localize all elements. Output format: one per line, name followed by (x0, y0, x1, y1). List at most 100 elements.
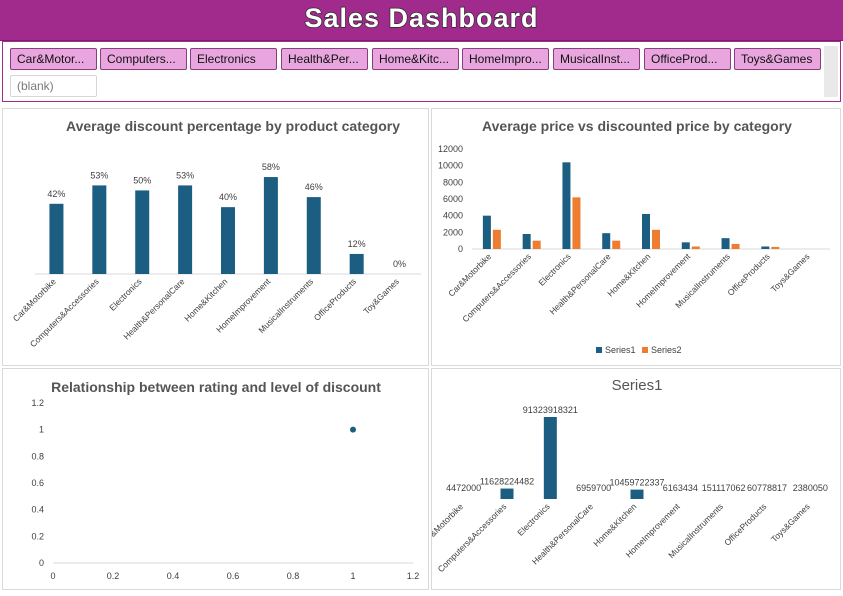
data-label: 53% (176, 170, 194, 180)
legend-swatch (642, 347, 648, 353)
data-label: 6959700 (576, 483, 611, 493)
bar (49, 203, 64, 274)
x-tick-label: Car&Motorbike (11, 276, 58, 323)
y-tick-label: 1.2 (31, 398, 44, 408)
data-label: 4472000 (446, 483, 481, 493)
data-label: 53% (90, 170, 108, 180)
data-label: 0% (393, 259, 406, 269)
data-label: 2380050 (793, 483, 828, 493)
y-tick-label: 0 (458, 244, 463, 254)
legend-label: Series2 (651, 345, 682, 355)
rating-discount-panel: Relationship between rating and level of… (2, 368, 429, 590)
bar (92, 185, 107, 274)
legend-label: Series1 (605, 345, 636, 355)
slicer-item-computers[interactable]: Computers... (100, 48, 187, 70)
slicer-item-electronics[interactable]: Electronics (190, 48, 277, 70)
bar (652, 229, 660, 249)
chart-title: Average discount percentage by product c… (66, 118, 400, 134)
price-comparison-chart: Average price vs discounted price by cat… (438, 118, 830, 355)
bar (532, 240, 541, 249)
y-tick-label: 0.2 (31, 531, 44, 541)
data-label: 42% (47, 189, 65, 199)
bar (562, 162, 571, 249)
x-tick-label: Electronics (515, 501, 551, 537)
price-comparison-panel: Average price vs discounted price by cat… (431, 108, 841, 366)
y-tick-label: 0 (39, 558, 44, 568)
slicer-item-musical-instruments[interactable]: MusicalInst... (553, 48, 640, 70)
chart-title: Average price vs discounted price by cat… (482, 118, 792, 134)
y-tick-label: 4000 (443, 211, 463, 221)
slicer-item-blank[interactable]: (blank) (10, 75, 97, 97)
data-label: 91323918321 (523, 405, 578, 415)
discount-percentage-chart: Average discount percentage by product c… (11, 118, 421, 349)
slicer-item-car-motorbike[interactable]: Car&Motor... (10, 48, 97, 70)
bar (500, 488, 514, 499)
bar (178, 185, 193, 274)
x-tick-label: OfficeProducts (722, 501, 768, 547)
x-tick-label: Electronics (107, 276, 143, 312)
bar (612, 240, 621, 249)
x-tick-label: OfficeProducts (725, 251, 771, 297)
x-tick-label: Home&Kitchen (591, 501, 638, 548)
slicer-item-home-improvement[interactable]: HomeImpro... (462, 48, 549, 70)
x-tick-label: Toys&Games (769, 251, 812, 294)
y-tick-label: 0.4 (31, 505, 44, 515)
y-tick-label: 8000 (443, 177, 463, 187)
slicer-item-health[interactable]: Health&Per... (281, 48, 368, 70)
bar (761, 246, 770, 249)
slicer-item-toys-games[interactable]: Toys&Games (734, 48, 821, 70)
legend-swatch (596, 347, 602, 353)
series1-chart: Series1 4472000Car&Motorbike11628224482C… (418, 377, 828, 574)
dashboard-header: Sales Dashboard (0, 0, 843, 41)
data-label: 60778817 (747, 483, 787, 493)
bar (681, 242, 690, 249)
chart-title: Series1 (612, 377, 663, 394)
y-tick-label: 1 (39, 425, 44, 435)
bar (572, 197, 581, 249)
x-tick-label: Toy&Games (361, 276, 401, 316)
data-label: 151117062 (702, 483, 746, 493)
x-tick-label: 0.4 (167, 571, 180, 581)
slicer-item-home-kitchen[interactable]: Home&Kitc... (372, 48, 459, 70)
bar (731, 244, 740, 249)
y-tick-label: 12000 (438, 144, 463, 154)
data-label: 50% (133, 175, 151, 185)
data-label: 40% (219, 192, 237, 202)
bar (135, 190, 150, 274)
y-tick-label: 2000 (443, 227, 463, 237)
data-label: 46% (305, 182, 323, 192)
x-tick-label: 0.6 (227, 571, 240, 581)
chart-title: Relationship between rating and level of… (51, 379, 381, 395)
series1-panel: Series1 4472000 Car&Motorbike 11628224482 C… (418, 368, 841, 590)
y-tick-label: 6000 (443, 194, 463, 204)
x-tick-label: Computers&Accessories (460, 251, 533, 324)
x-tick-label: 1.2 (407, 571, 420, 581)
bar (522, 234, 531, 249)
slicer-item-office-products[interactable]: OfficeProd... (644, 48, 731, 70)
category-slicer: Car&Motor... Computers... Electronics He… (2, 41, 841, 102)
bar (492, 229, 501, 249)
bar (602, 233, 611, 249)
x-tick-label: Toys&Games (769, 501, 812, 544)
rating-discount-chart: Relationship between rating and level of… (31, 379, 420, 581)
y-tick-label: 0.8 (31, 451, 44, 461)
y-tick-label: 10000 (438, 161, 463, 171)
bar (349, 253, 364, 274)
data-label: 6163434 (663, 483, 698, 493)
bar (691, 246, 700, 249)
bar (263, 177, 278, 274)
data-label: 58% (262, 162, 280, 172)
x-tick-label: 0.2 (107, 571, 120, 581)
x-tick-label: Electronics (536, 251, 572, 287)
discount-percentage-panel: Average discount percentage by product c… (2, 108, 429, 366)
slicer-scrollbar[interactable] (824, 46, 838, 97)
x-tick-label: OfficeProducts (312, 276, 358, 322)
bar (642, 214, 650, 249)
x-tick-label: Home&Kitchen (182, 276, 229, 323)
scatter-point (350, 426, 356, 433)
bar (721, 238, 730, 249)
data-label: 12% (348, 239, 366, 249)
page-title: Sales Dashboard (304, 2, 539, 33)
bar (771, 246, 780, 249)
bar (630, 489, 644, 499)
